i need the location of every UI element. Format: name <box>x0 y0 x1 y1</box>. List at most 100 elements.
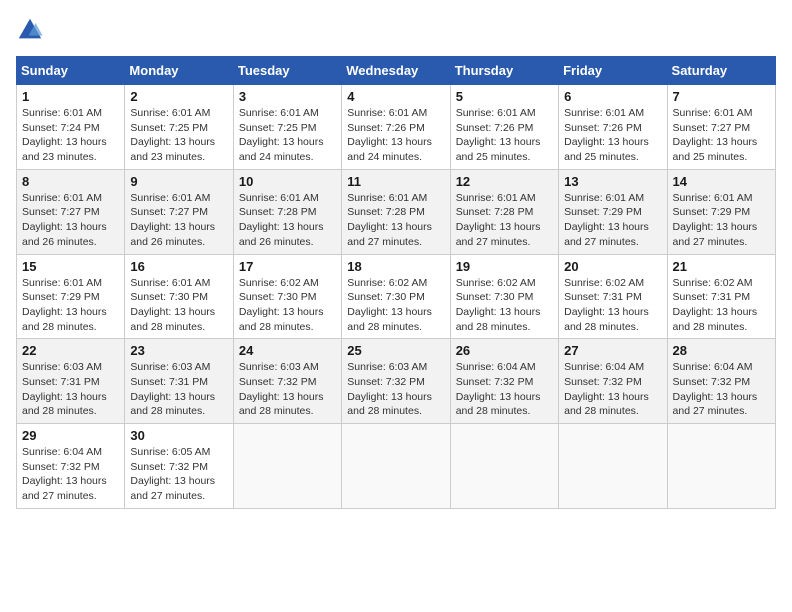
weekday-header: Thursday <box>450 57 558 85</box>
calendar-table: SundayMondayTuesdayWednesdayThursdayFrid… <box>16 56 776 509</box>
day-info: Sunrise: 6:02 AM Sunset: 7:31 PM Dayligh… <box>673 276 770 335</box>
day-number: 20 <box>564 259 661 274</box>
day-number: 15 <box>22 259 119 274</box>
calendar-cell <box>233 424 341 509</box>
calendar-cell: 4 Sunrise: 6:01 AM Sunset: 7:26 PM Dayli… <box>342 85 450 170</box>
calendar-cell: 24 Sunrise: 6:03 AM Sunset: 7:32 PM Dayl… <box>233 339 341 424</box>
day-info: Sunrise: 6:04 AM Sunset: 7:32 PM Dayligh… <box>22 445 119 504</box>
day-number: 13 <box>564 174 661 189</box>
calendar-cell <box>342 424 450 509</box>
day-info: Sunrise: 6:03 AM Sunset: 7:31 PM Dayligh… <box>22 360 119 419</box>
day-info: Sunrise: 6:02 AM Sunset: 7:30 PM Dayligh… <box>347 276 444 335</box>
page-header <box>16 16 776 44</box>
day-number: 16 <box>130 259 227 274</box>
calendar-cell: 9 Sunrise: 6:01 AM Sunset: 7:27 PM Dayli… <box>125 169 233 254</box>
calendar-cell: 26 Sunrise: 6:04 AM Sunset: 7:32 PM Dayl… <box>450 339 558 424</box>
day-number: 19 <box>456 259 553 274</box>
day-number: 25 <box>347 343 444 358</box>
calendar-week-row: 29 Sunrise: 6:04 AM Sunset: 7:32 PM Dayl… <box>17 424 776 509</box>
day-info: Sunrise: 6:02 AM Sunset: 7:30 PM Dayligh… <box>239 276 336 335</box>
day-number: 23 <box>130 343 227 358</box>
calendar-cell: 12 Sunrise: 6:01 AM Sunset: 7:28 PM Dayl… <box>450 169 558 254</box>
day-info: Sunrise: 6:05 AM Sunset: 7:32 PM Dayligh… <box>130 445 227 504</box>
calendar-cell: 11 Sunrise: 6:01 AM Sunset: 7:28 PM Dayl… <box>342 169 450 254</box>
calendar-cell: 23 Sunrise: 6:03 AM Sunset: 7:31 PM Dayl… <box>125 339 233 424</box>
day-number: 21 <box>673 259 770 274</box>
weekday-header: Sunday <box>17 57 125 85</box>
day-number: 6 <box>564 89 661 104</box>
day-info: Sunrise: 6:03 AM Sunset: 7:31 PM Dayligh… <box>130 360 227 419</box>
calendar-cell: 28 Sunrise: 6:04 AM Sunset: 7:32 PM Dayl… <box>667 339 775 424</box>
calendar-header-row: SundayMondayTuesdayWednesdayThursdayFrid… <box>17 57 776 85</box>
day-info: Sunrise: 6:01 AM Sunset: 7:25 PM Dayligh… <box>239 106 336 165</box>
day-number: 3 <box>239 89 336 104</box>
weekday-header: Saturday <box>667 57 775 85</box>
day-info: Sunrise: 6:01 AM Sunset: 7:29 PM Dayligh… <box>22 276 119 335</box>
day-info: Sunrise: 6:04 AM Sunset: 7:32 PM Dayligh… <box>456 360 553 419</box>
day-info: Sunrise: 6:01 AM Sunset: 7:24 PM Dayligh… <box>22 106 119 165</box>
day-number: 22 <box>22 343 119 358</box>
calendar-cell: 21 Sunrise: 6:02 AM Sunset: 7:31 PM Dayl… <box>667 254 775 339</box>
calendar-cell <box>559 424 667 509</box>
day-number: 27 <box>564 343 661 358</box>
day-info: Sunrise: 6:01 AM Sunset: 7:28 PM Dayligh… <box>456 191 553 250</box>
calendar-cell: 13 Sunrise: 6:01 AM Sunset: 7:29 PM Dayl… <box>559 169 667 254</box>
day-number: 5 <box>456 89 553 104</box>
weekday-header: Wednesday <box>342 57 450 85</box>
day-info: Sunrise: 6:01 AM Sunset: 7:25 PM Dayligh… <box>130 106 227 165</box>
calendar-cell: 20 Sunrise: 6:02 AM Sunset: 7:31 PM Dayl… <box>559 254 667 339</box>
calendar-cell: 30 Sunrise: 6:05 AM Sunset: 7:32 PM Dayl… <box>125 424 233 509</box>
day-info: Sunrise: 6:01 AM Sunset: 7:26 PM Dayligh… <box>456 106 553 165</box>
day-info: Sunrise: 6:01 AM Sunset: 7:28 PM Dayligh… <box>239 191 336 250</box>
calendar-cell: 29 Sunrise: 6:04 AM Sunset: 7:32 PM Dayl… <box>17 424 125 509</box>
calendar-cell: 10 Sunrise: 6:01 AM Sunset: 7:28 PM Dayl… <box>233 169 341 254</box>
day-info: Sunrise: 6:01 AM Sunset: 7:26 PM Dayligh… <box>347 106 444 165</box>
calendar-cell: 14 Sunrise: 6:01 AM Sunset: 7:29 PM Dayl… <box>667 169 775 254</box>
calendar-cell: 5 Sunrise: 6:01 AM Sunset: 7:26 PM Dayli… <box>450 85 558 170</box>
logo-icon <box>16 16 44 44</box>
weekday-header: Tuesday <box>233 57 341 85</box>
day-info: Sunrise: 6:01 AM Sunset: 7:27 PM Dayligh… <box>22 191 119 250</box>
day-number: 18 <box>347 259 444 274</box>
calendar-cell: 19 Sunrise: 6:02 AM Sunset: 7:30 PM Dayl… <box>450 254 558 339</box>
calendar-week-row: 8 Sunrise: 6:01 AM Sunset: 7:27 PM Dayli… <box>17 169 776 254</box>
day-number: 2 <box>130 89 227 104</box>
day-number: 24 <box>239 343 336 358</box>
calendar-cell: 3 Sunrise: 6:01 AM Sunset: 7:25 PM Dayli… <box>233 85 341 170</box>
day-number: 29 <box>22 428 119 443</box>
day-info: Sunrise: 6:01 AM Sunset: 7:26 PM Dayligh… <box>564 106 661 165</box>
day-info: Sunrise: 6:02 AM Sunset: 7:31 PM Dayligh… <box>564 276 661 335</box>
calendar-cell: 8 Sunrise: 6:01 AM Sunset: 7:27 PM Dayli… <box>17 169 125 254</box>
calendar-cell: 25 Sunrise: 6:03 AM Sunset: 7:32 PM Dayl… <box>342 339 450 424</box>
day-info: Sunrise: 6:04 AM Sunset: 7:32 PM Dayligh… <box>564 360 661 419</box>
calendar-cell: 27 Sunrise: 6:04 AM Sunset: 7:32 PM Dayl… <box>559 339 667 424</box>
day-info: Sunrise: 6:01 AM Sunset: 7:30 PM Dayligh… <box>130 276 227 335</box>
day-number: 8 <box>22 174 119 189</box>
calendar-cell: 16 Sunrise: 6:01 AM Sunset: 7:30 PM Dayl… <box>125 254 233 339</box>
day-number: 7 <box>673 89 770 104</box>
day-number: 11 <box>347 174 444 189</box>
calendar-cell: 2 Sunrise: 6:01 AM Sunset: 7:25 PM Dayli… <box>125 85 233 170</box>
day-info: Sunrise: 6:02 AM Sunset: 7:30 PM Dayligh… <box>456 276 553 335</box>
day-number: 26 <box>456 343 553 358</box>
weekday-header: Monday <box>125 57 233 85</box>
day-number: 12 <box>456 174 553 189</box>
day-info: Sunrise: 6:01 AM Sunset: 7:28 PM Dayligh… <box>347 191 444 250</box>
day-number: 1 <box>22 89 119 104</box>
weekday-header: Friday <box>559 57 667 85</box>
logo <box>16 16 48 44</box>
calendar-cell: 18 Sunrise: 6:02 AM Sunset: 7:30 PM Dayl… <box>342 254 450 339</box>
calendar-cell <box>667 424 775 509</box>
calendar-week-row: 22 Sunrise: 6:03 AM Sunset: 7:31 PM Dayl… <box>17 339 776 424</box>
calendar-cell <box>450 424 558 509</box>
day-number: 30 <box>130 428 227 443</box>
day-info: Sunrise: 6:04 AM Sunset: 7:32 PM Dayligh… <box>673 360 770 419</box>
day-number: 14 <box>673 174 770 189</box>
day-info: Sunrise: 6:01 AM Sunset: 7:27 PM Dayligh… <box>130 191 227 250</box>
day-number: 17 <box>239 259 336 274</box>
day-info: Sunrise: 6:01 AM Sunset: 7:27 PM Dayligh… <box>673 106 770 165</box>
day-info: Sunrise: 6:03 AM Sunset: 7:32 PM Dayligh… <box>239 360 336 419</box>
calendar-cell: 22 Sunrise: 6:03 AM Sunset: 7:31 PM Dayl… <box>17 339 125 424</box>
day-number: 28 <box>673 343 770 358</box>
calendar-cell: 6 Sunrise: 6:01 AM Sunset: 7:26 PM Dayli… <box>559 85 667 170</box>
